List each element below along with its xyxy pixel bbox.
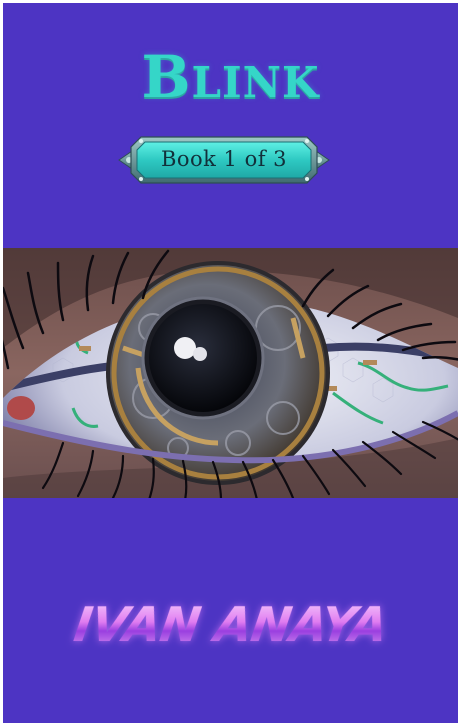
series-badge: Book 1 of 3 [117,129,331,191]
eye-artwork [3,248,458,498]
mechanical-eye-image [3,248,458,498]
book-cover: BLINK Book 1 of 3 IVAN ANAYA [3,3,458,723]
book-title: BLINK [141,43,320,111]
series-badge-label: Book 1 of 3 [160,147,288,171]
author-name: IVAN ANAYA [3,595,458,655]
